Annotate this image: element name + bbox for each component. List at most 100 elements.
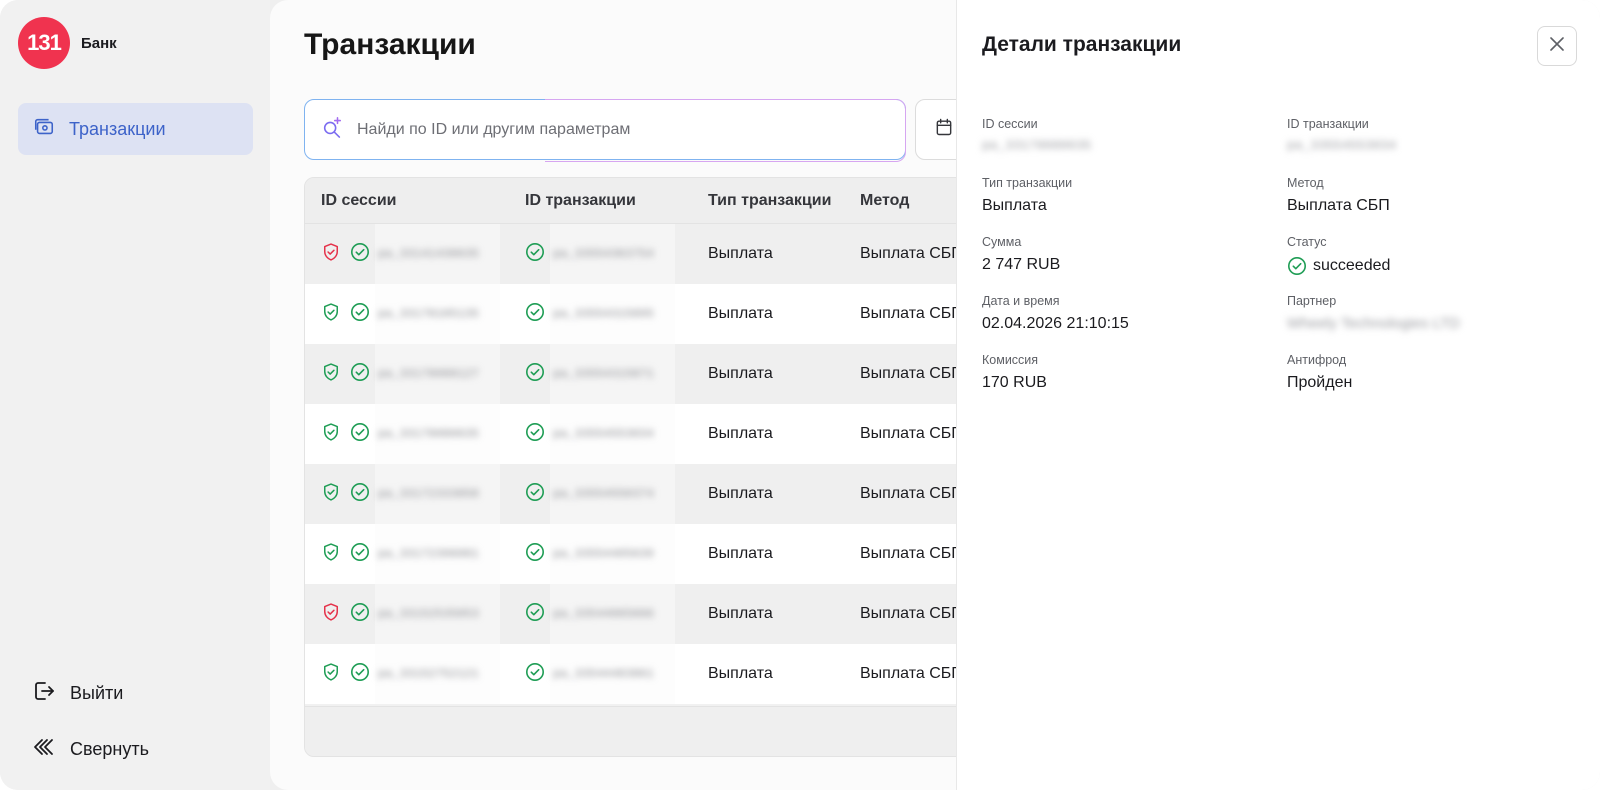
cell-session-id: pa_33172396081 — [321, 542, 479, 567]
logout-button[interactable]: Выйти — [32, 679, 123, 708]
column-header-method[interactable]: Метод — [860, 192, 909, 210]
field-value: 02.04.2026 21:10:15 — [982, 315, 1129, 332]
table-row[interactable]: pa_33152535053 pa_33544065666 Выплата Выпла… — [305, 584, 1003, 644]
cell-method: Выплата СБП — [860, 245, 963, 262]
field-value: Выплата — [982, 197, 1047, 214]
check-circle-icon — [525, 542, 545, 567]
check-circle-icon — [525, 422, 545, 447]
cell-session-id: pa_33152535053 — [321, 602, 479, 627]
table-row[interactable]: pa_33178088127 pa_33554315871 Выплата Выпла… — [305, 344, 1003, 404]
field-transaction-id: ID транзакции pa_33554553034 — [1287, 117, 1396, 153]
check-circle-icon — [525, 302, 545, 327]
session-id-text: pa_33172333858 — [378, 487, 479, 501]
field-value: Пройден — [1287, 374, 1353, 391]
field-value: pa_33554553034 — [1287, 138, 1397, 153]
session-id-text: pa_33152752121 — [378, 667, 479, 681]
cell-method: Выплата СБП — [860, 605, 963, 622]
session-id-text: pa_33178080635 — [378, 427, 479, 441]
table-row[interactable]: pa_33172396081 pa_33554405639 Выплата Выпла… — [305, 524, 1003, 584]
field-antifraud: Антифрод Пройден — [1287, 353, 1352, 392]
cell-transaction-type: Выплата — [708, 665, 773, 682]
table-header: ID сессии ID транзакции Тип транзакции М… — [305, 178, 1003, 224]
wallet-icon — [33, 116, 55, 143]
field-value: 2 747 RUB — [982, 256, 1061, 273]
table-row[interactable]: pa_33178105135 pa_33554315895 Выплата Выпла… — [305, 284, 1003, 344]
transaction-id-text: pa_33554405639 — [553, 547, 654, 561]
cell-method: Выплата СБП — [860, 485, 963, 502]
check-circle-icon — [350, 362, 370, 387]
status-text: succeeded — [1313, 257, 1391, 274]
field-method: Метод Выплата СБП — [1287, 176, 1390, 215]
logout-label: Выйти — [70, 683, 124, 703]
check-circle-icon — [350, 542, 370, 567]
cell-transaction-id: pa_33554553034 — [525, 422, 654, 447]
field-session-id: ID сессии pa_33178080635 — [982, 117, 1091, 153]
check-circle-icon — [525, 362, 545, 387]
logo-text: Банк — [81, 34, 117, 52]
logo[interactable]: 131 Банк — [18, 17, 117, 69]
field-value: pa_33178080635 — [982, 138, 1092, 153]
check-circle-icon — [350, 602, 370, 627]
column-header-session-id[interactable]: ID сессии — [321, 192, 397, 210]
shield-check-icon — [321, 422, 341, 447]
shield-check-icon — [321, 302, 341, 327]
shield-check-icon — [321, 542, 341, 567]
sidebar-item-label: Транзакции — [69, 118, 166, 139]
search-box[interactable] — [304, 99, 906, 162]
transaction-id-text: pa_33554553034 — [553, 427, 654, 441]
field-label: Дата и время — [982, 294, 1060, 308]
check-circle-icon — [525, 602, 545, 627]
field-fee: Комиссия 170 RUB — [982, 353, 1047, 392]
collapse-button[interactable]: Свернуть — [32, 735, 149, 764]
close-button[interactable] — [1537, 26, 1577, 66]
sparkle-search-icon — [321, 116, 343, 143]
check-circle-icon — [350, 662, 370, 687]
logout-icon — [32, 679, 56, 708]
transaction-id-text: pa_33544483861 — [553, 667, 654, 681]
cell-session-id: pa_33178105135 — [321, 302, 479, 327]
cell-session-id: pa_33141438635 — [321, 242, 479, 267]
transactions-table: ID сессии ID транзакции Тип транзакции М… — [304, 177, 1004, 757]
table-row[interactable]: pa_33172333858 pa_33554550374 Выплата Выпла… — [305, 464, 1003, 524]
field-label: ID транзакции — [1287, 117, 1369, 131]
shield-check-icon — [321, 662, 341, 687]
shield-check-icon — [321, 242, 341, 267]
chevrons-left-icon — [32, 735, 56, 764]
field-label: Тип транзакции — [982, 176, 1073, 190]
cell-transaction-type: Выплата — [708, 245, 773, 262]
check-circle-icon — [525, 662, 545, 687]
cell-transaction-type: Выплата — [708, 365, 773, 382]
session-id-text: pa_33178105135 — [378, 307, 479, 321]
cell-transaction-id: pa_33554315871 — [525, 362, 654, 387]
field-transaction-type: Тип транзакции Выплата — [982, 176, 1072, 215]
field-label: Антифрод — [1287, 353, 1347, 367]
field-label: Метод — [1287, 176, 1324, 190]
cell-transaction-type: Выплата — [708, 425, 773, 442]
table-row[interactable]: pa_33141438635 pa_33554363754 Выплата Выпла… — [305, 224, 1003, 284]
transaction-id-text: pa_33554315895 — [553, 307, 654, 321]
session-id-text: pa_33172396081 — [378, 547, 479, 561]
cell-method: Выплата СБП — [860, 425, 963, 442]
search-input[interactable] — [357, 120, 857, 139]
cell-transaction-id: pa_33554363754 — [525, 242, 654, 267]
column-header-transaction-type[interactable]: Тип транзакции — [708, 192, 831, 210]
table-row[interactable]: pa_33152752121 pa_33544483861 Выплата Выпла… — [305, 644, 1003, 704]
cell-transaction-id: pa_33554550374 — [525, 482, 654, 507]
field-label: Сумма — [982, 235, 1022, 249]
sidebar: 131 Банк Транзакции Выйти Свернуть — [0, 0, 270, 790]
field-datetime: Дата и время 02.04.2026 21:10:15 — [982, 294, 1129, 333]
table-row[interactable]: pa_33178080635 pa_33554553034 Выплата Выпла… — [305, 404, 1003, 464]
transaction-details-panel: Детали транзакции ID сессии pa_331780806… — [956, 0, 1600, 790]
check-circle-icon — [525, 242, 545, 267]
check-circle-icon — [350, 302, 370, 327]
cell-method: Выплата СБП — [860, 665, 963, 682]
field-label: Партнер — [1287, 294, 1337, 308]
column-header-transaction-id[interactable]: ID транзакции — [525, 192, 636, 210]
check-circle-icon — [350, 422, 370, 447]
cell-transaction-id: pa_33544483861 — [525, 662, 654, 687]
sidebar-item-transactions[interactable]: Транзакции — [18, 103, 253, 155]
field-status: Статус succeeded — [1287, 235, 1390, 276]
cell-transaction-type: Выплата — [708, 305, 773, 322]
page-title: Транзакции — [304, 28, 476, 61]
transaction-id-text: pa_33554315871 — [553, 367, 654, 381]
